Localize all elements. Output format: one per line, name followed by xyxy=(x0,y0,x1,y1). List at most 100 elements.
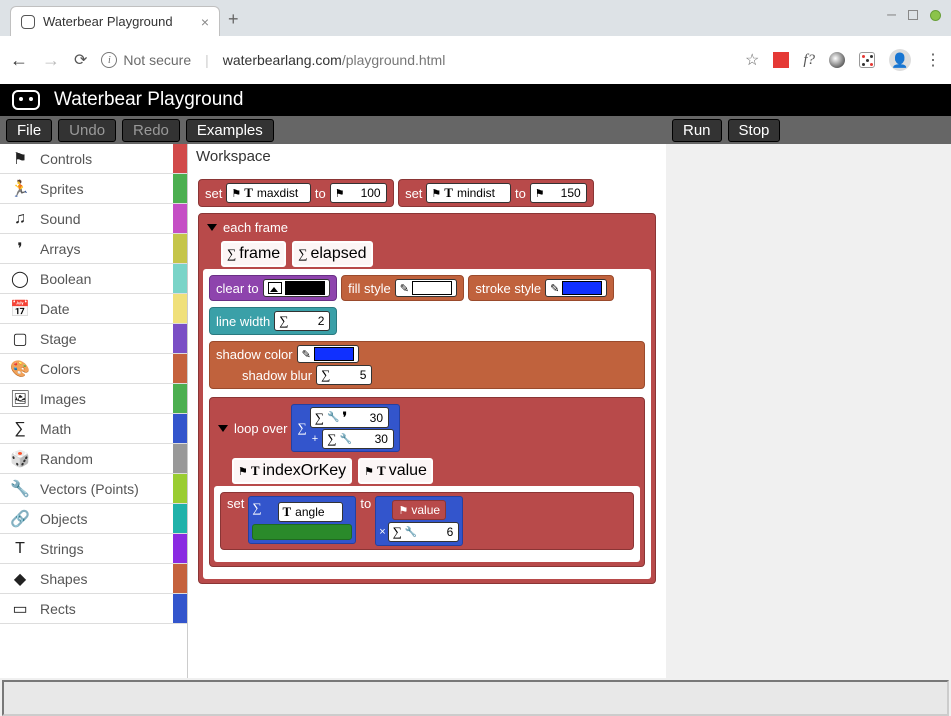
var-slot[interactable]: ⚑ T xyxy=(426,183,511,203)
examples-button[interactable]: Examples xyxy=(186,119,274,142)
collapse-icon[interactable] xyxy=(218,425,228,432)
extension-circle-icon[interactable] xyxy=(829,52,845,68)
key-icon: 🔧 xyxy=(405,527,417,538)
color-swatch-blue[interactable] xyxy=(562,281,602,295)
set-block[interactable]: set ⚑ T to ⚑ xyxy=(398,179,594,207)
extension-die-icon[interactable] xyxy=(859,52,875,68)
window-minimize-icon[interactable]: – xyxy=(887,6,896,24)
loop-over-block[interactable]: loop over ∑ ∑ 🔧 xyxy=(209,397,645,567)
redo-button[interactable]: Redo xyxy=(122,119,180,142)
fill-style-block[interactable]: fill style ✎ xyxy=(341,275,464,301)
browser-menu-icon[interactable]: ⋮ xyxy=(925,50,941,70)
number-input[interactable] xyxy=(355,431,389,447)
number-slot[interactable]: ∑ 🔧 xyxy=(388,522,460,542)
browser-tab[interactable]: Waterbear Playground × xyxy=(10,6,220,36)
category-icon: 🔗 xyxy=(10,509,30,529)
stroke-style-block[interactable]: stroke style ✎ xyxy=(468,275,614,301)
color-slot[interactable]: ✎ xyxy=(395,279,457,297)
window-maximize-icon[interactable] xyxy=(908,10,918,20)
expr-slot[interactable]: ∑ 🔧 ❜ xyxy=(310,407,389,428)
category-item[interactable]: ♫Sound xyxy=(0,204,187,234)
collapse-icon[interactable] xyxy=(207,224,217,231)
color-slot[interactable]: ✎ xyxy=(545,279,607,297)
shadow-blur-label: shadow blur xyxy=(242,368,312,383)
extension-flipboard-icon[interactable] xyxy=(773,52,789,68)
index-slot[interactable]: ⚑ T indexOrKey xyxy=(232,458,352,484)
shadow-block[interactable]: shadow color ✎ shadow blur ∑ xyxy=(209,341,645,389)
color-swatch-blue[interactable] xyxy=(314,347,354,361)
bookmark-star-icon[interactable]: ☆ xyxy=(745,50,759,70)
window-close-icon[interactable] xyxy=(930,10,941,21)
browser-chrome: Waterbear Playground × + – ← → ⟳ i Not s… xyxy=(0,0,951,84)
category-item[interactable]: 🔧Vectors (Points) xyxy=(0,474,187,504)
number-input[interactable] xyxy=(420,524,454,540)
url-display[interactable]: waterbearlang.com/playground.html xyxy=(223,52,731,68)
value-input[interactable] xyxy=(348,185,382,201)
value-input[interactable] xyxy=(548,185,582,201)
color-swatch-black[interactable] xyxy=(285,281,325,295)
category-label: Rects xyxy=(40,601,76,617)
color-swatch-white[interactable] xyxy=(412,281,452,295)
var-name-input[interactable] xyxy=(256,185,306,201)
number-input[interactable] xyxy=(333,367,367,383)
category-item[interactable]: 🎨Colors xyxy=(0,354,187,384)
green-expr-block[interactable] xyxy=(252,524,352,540)
file-button[interactable]: File xyxy=(6,119,52,142)
category-item[interactable]: ◯Boolean xyxy=(0,264,187,294)
var-name-input[interactable] xyxy=(294,504,338,520)
category-item[interactable]: 🔗Objects xyxy=(0,504,187,534)
category-item[interactable]: ◆Shapes xyxy=(0,564,187,594)
category-item[interactable]: ⚑Controls xyxy=(0,144,187,174)
workspace[interactable]: set ⚑ T to ⚑ set xyxy=(188,169,666,678)
elapsed-slot[interactable]: ∑ elapsed xyxy=(292,241,372,267)
value-slot[interactable]: ⚑ xyxy=(530,183,587,203)
var-slot[interactable]: ⚑ T xyxy=(226,183,311,203)
number-slot[interactable]: ∑ xyxy=(316,365,372,385)
extension-font-icon[interactable]: f? xyxy=(803,52,815,69)
number-input[interactable] xyxy=(291,313,325,329)
category-item[interactable]: 🎲Random xyxy=(0,444,187,474)
color-slot[interactable] xyxy=(263,279,330,297)
stop-button[interactable]: Stop xyxy=(728,119,781,142)
set-angle-block[interactable]: set ∑ T xyxy=(220,492,634,550)
math-expr-block[interactable]: ∑ ∑ 🔧 ❜ xyxy=(291,404,399,452)
expr-slot[interactable]: ∑ 🔧 xyxy=(322,429,394,449)
category-item[interactable]: 🏃Sprites xyxy=(0,174,187,204)
undo-button[interactable]: Undo xyxy=(58,119,116,142)
back-button[interactable]: ← xyxy=(10,50,28,71)
value-ref-block[interactable]: ⚑ value xyxy=(392,500,446,520)
reload-button[interactable]: ⟳ xyxy=(74,50,87,70)
main-toolbar: File Undo Redo Examples xyxy=(0,116,666,144)
category-list[interactable]: ⚑Controls🏃Sprites♫Sound❜Arrays◯Boolean📅D… xyxy=(0,144,187,678)
clear-to-block[interactable]: clear to xyxy=(209,275,337,301)
forward-button[interactable]: → xyxy=(42,50,60,71)
category-item[interactable]: ❜Arrays xyxy=(0,234,187,264)
tab-close-icon[interactable]: × xyxy=(201,14,209,30)
value-slot[interactable]: ⚑ xyxy=(330,183,387,203)
line-width-block[interactable]: line width ∑ xyxy=(209,307,337,335)
category-item[interactable]: ▭Rects xyxy=(0,594,187,624)
category-item[interactable]: 📅Date xyxy=(0,294,187,324)
number-slot[interactable]: ∑ xyxy=(274,311,330,331)
each-frame-block[interactable]: each frame ∑ frame ∑ elapsed xyxy=(198,213,656,584)
category-item[interactable]: ▢Stage xyxy=(0,324,187,354)
set-block[interactable]: set ⚑ T to ⚑ xyxy=(198,179,394,207)
run-button[interactable]: Run xyxy=(672,119,722,142)
value-slot[interactable]: ⚑ T value xyxy=(358,458,433,484)
block-body: clear to fill style ✎ xyxy=(203,269,651,579)
security-info[interactable]: i Not secure xyxy=(101,52,191,68)
category-item[interactable]: 🖼Images xyxy=(0,384,187,414)
profile-avatar-icon[interactable]: 👤 xyxy=(889,49,911,71)
to-label: to xyxy=(315,186,326,201)
frame-slot[interactable]: ∑ frame xyxy=(221,241,286,267)
var-slot[interactable]: T xyxy=(278,502,344,522)
category-item[interactable]: TStrings xyxy=(0,534,187,564)
color-slot[interactable]: ✎ xyxy=(297,345,359,363)
var-name-input[interactable] xyxy=(456,185,506,201)
math-multiply-block[interactable]: ⚑ value × ∑ 🔧 xyxy=(375,496,463,546)
number-input[interactable] xyxy=(350,410,384,426)
category-item[interactable]: ∑Math xyxy=(0,414,187,444)
angle-var-block[interactable]: ∑ T xyxy=(248,496,356,544)
set-label: set xyxy=(405,186,422,201)
new-tab-button[interactable]: + xyxy=(228,9,239,36)
